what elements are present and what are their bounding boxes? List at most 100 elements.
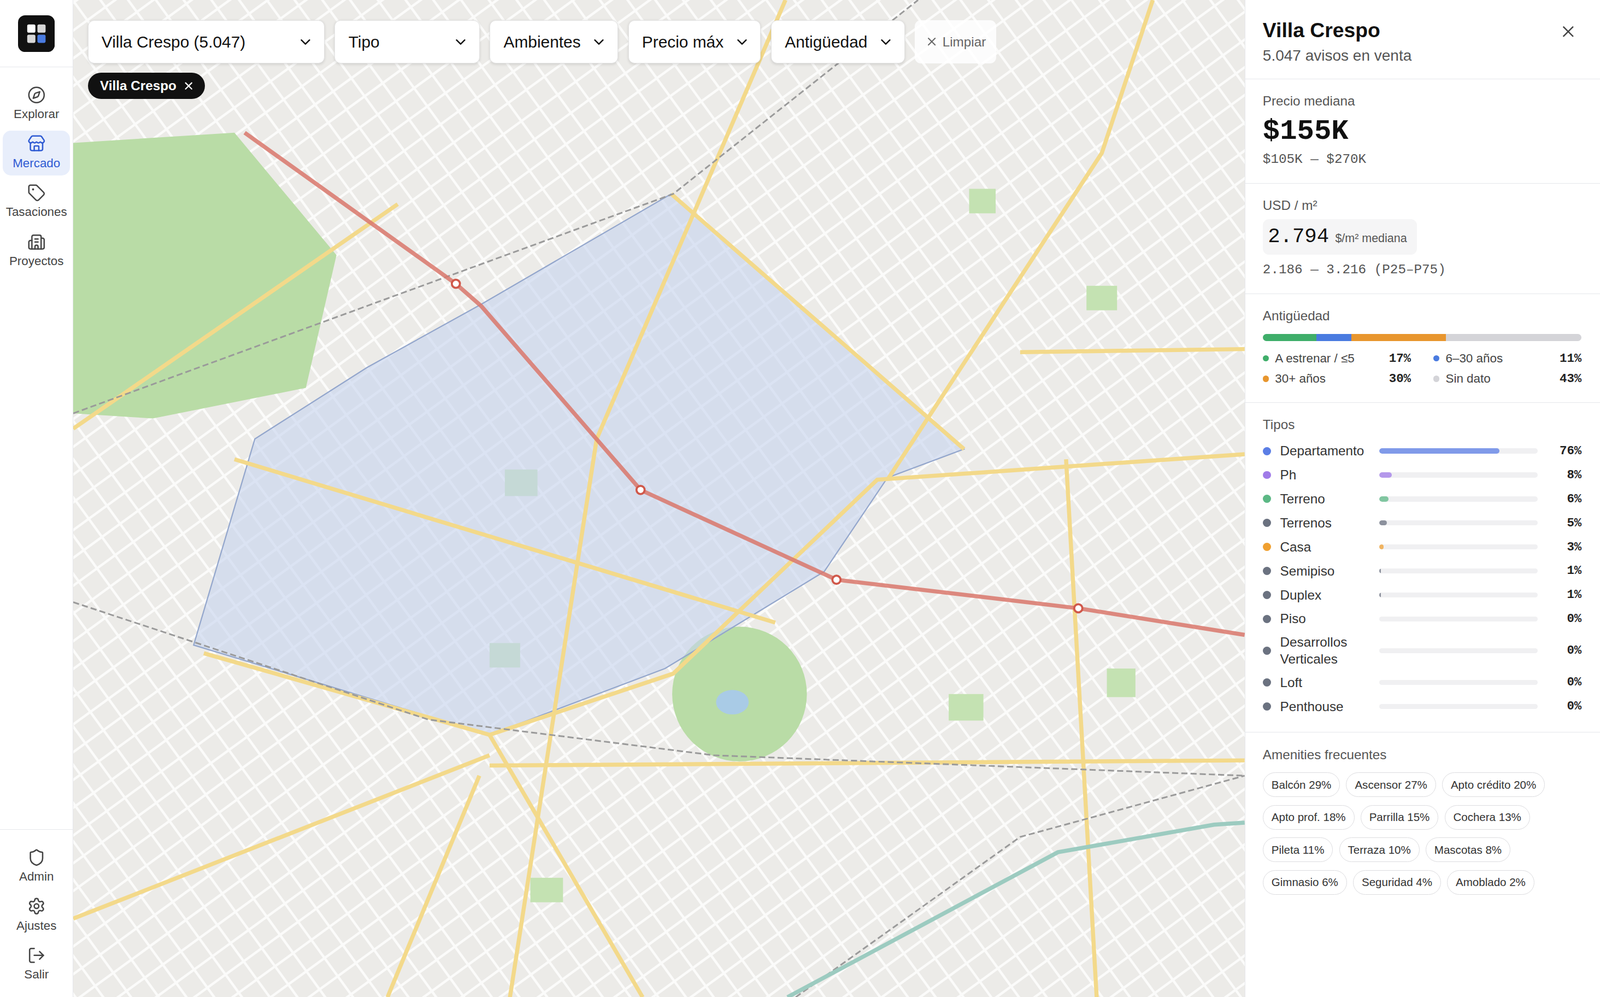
clear-label: Limpiar <box>942 34 987 50</box>
area-chip[interactable]: Villa Crespo <box>87 72 206 100</box>
street <box>1132 0 1245 880</box>
panel-header: Villa Crespo5.047 avisos en venta <box>1245 0 1600 79</box>
amenity-list: Balcón 29%Ascensor 27%Apto crédito 20% Ap… <box>1262 772 1582 894</box>
amenity-chip[interactable]: Parrilla 15% <box>1360 804 1439 830</box>
amenity-chip[interactable]: Terraza 10% <box>1339 837 1420 862</box>
station-marker[interactable] <box>832 575 841 584</box>
amenity-chip[interactable]: Apto prof. 18% <box>1262 804 1355 830</box>
close-icon <box>1559 22 1578 41</box>
station-marker[interactable] <box>636 485 645 494</box>
chip-label: Villa Crespo <box>100 78 177 94</box>
type-dot <box>1262 590 1272 599</box>
map[interactable] <box>73 0 1245 997</box>
type-bar <box>1379 472 1538 478</box>
stat-unit: $/m² mediana <box>1334 231 1407 246</box>
amenity-chip[interactable]: Apto crédito 20% <box>1442 772 1545 797</box>
amenity-chip[interactable]: Balcón 29% <box>1262 772 1340 797</box>
sidebar-item[interactable]: Ajustes <box>2 892 70 938</box>
street <box>1023 0 1245 960</box>
logo-icon[interactable] <box>18 15 55 52</box>
compass-icon <box>27 85 46 105</box>
amenity-chip[interactable]: Amoblado 2% <box>1446 869 1535 895</box>
amenity-chip[interactable]: Cochera 13% <box>1444 804 1531 830</box>
filter-select[interactable]: Ambientes <box>489 20 619 63</box>
type-dot <box>1262 614 1272 623</box>
section-label: USD / m² <box>1262 197 1582 214</box>
sidebar-item[interactable]: Proyectos <box>2 228 70 274</box>
type-name: Piso <box>1280 609 1375 628</box>
type-name: Penthouse <box>1280 697 1375 716</box>
legend-value: 11% <box>1559 351 1582 366</box>
avenue <box>203 454 1245 735</box>
street <box>73 343 262 997</box>
avenue <box>489 734 643 997</box>
park <box>949 693 984 721</box>
amenity-chip[interactable]: Seguridad 4% <box>1353 869 1441 895</box>
type-bar <box>1379 592 1538 598</box>
street <box>950 0 1245 997</box>
street <box>73 69 1245 997</box>
sidebar-item[interactable]: Mercado <box>2 130 70 176</box>
amenity-chip[interactable]: Mascotas 8% <box>1425 837 1511 862</box>
sidebar-item-label: Proyectos <box>9 254 64 269</box>
clear-button[interactable]: Limpiar <box>914 20 997 63</box>
age-section: AntigüedadA estrenar / ≤517%6–30 años11%… <box>1245 293 1600 403</box>
age-bar-segment <box>1351 333 1446 341</box>
street <box>133 0 1245 997</box>
filter-select[interactable]: Tipo <box>334 20 480 63</box>
street <box>188 0 1246 997</box>
amenity-chip[interactable]: Gimnasio 6% <box>1262 869 1347 895</box>
type-value: 5% <box>1542 515 1582 531</box>
filter-select[interactable]: Villa Crespo (5.047) <box>87 20 325 63</box>
sidebar-item[interactable]: Salir <box>2 942 70 987</box>
street <box>73 15 1245 997</box>
filter-label: Villa Crespo (5.047) <box>101 32 246 52</box>
station-marker[interactable] <box>1074 603 1083 613</box>
tag-icon <box>27 183 46 203</box>
sidebar-item-label: Salir <box>24 967 49 982</box>
railway <box>73 0 919 414</box>
filter-select[interactable]: Antigüedad <box>771 20 905 63</box>
subway-line <box>244 132 1245 635</box>
chevron-down-icon <box>297 33 314 51</box>
filter-label: Antigüedad <box>784 32 868 52</box>
sidebar-item-label: Tasaciones <box>6 204 68 220</box>
street <box>73 124 1245 997</box>
street <box>987 0 1245 986</box>
type-row: Ph8% <box>1262 465 1582 485</box>
type-name: Casa <box>1280 538 1375 556</box>
filter-select[interactable]: Precio máx <box>628 20 762 63</box>
sidebar-item-label: Explorar <box>13 107 60 122</box>
street <box>73 106 1245 997</box>
type-bar <box>1379 648 1538 654</box>
street <box>73 0 1044 997</box>
type-row: Penthouse0% <box>1262 696 1582 716</box>
close-button[interactable] <box>1555 18 1582 46</box>
type-row: Terreno6% <box>1262 489 1582 509</box>
filter-label: Precio máx <box>642 32 724 52</box>
avenue <box>510 0 786 997</box>
type-bar-fill <box>1379 496 1389 502</box>
app: ExplorarMercadoTasacionesProyectosAdminA… <box>0 0 1600 997</box>
street <box>97 0 1245 997</box>
type-dot <box>1262 446 1272 456</box>
filter-toolbar: Villa Crespo (5.047) TipoAmbientes Precio … <box>87 20 997 63</box>
legend-value: 17% <box>1389 351 1411 366</box>
nav-list: Explorar Mercado Tasaciones Proyectos <box>2 67 70 829</box>
legend-dot <box>1433 355 1440 362</box>
bottom-nav: AdminAjustes Salir <box>0 828 73 997</box>
selected-area[interactable] <box>193 193 965 735</box>
section-label: Amenities frecuentes <box>1262 746 1582 763</box>
type-bar <box>1379 544 1538 550</box>
amenity-chip[interactable]: Pileta 11% <box>1262 837 1334 862</box>
park <box>1107 668 1136 697</box>
sidebar-item[interactable]: Tasaciones <box>2 179 70 225</box>
panel-title: Villa Crespo <box>1262 18 1412 43</box>
sidebar-item[interactable]: Explorar <box>2 81 70 127</box>
amenity-chip[interactable]: Ascensor 27% <box>1345 772 1436 797</box>
type-value: 0% <box>1542 674 1582 690</box>
types-section: TiposDepartamento76%Ph8%Terreno6%Terreno… <box>1245 402 1600 733</box>
station-marker[interactable] <box>451 279 461 288</box>
x-icon[interactable] <box>182 79 195 92</box>
sidebar-item[interactable]: Admin <box>2 843 70 889</box>
